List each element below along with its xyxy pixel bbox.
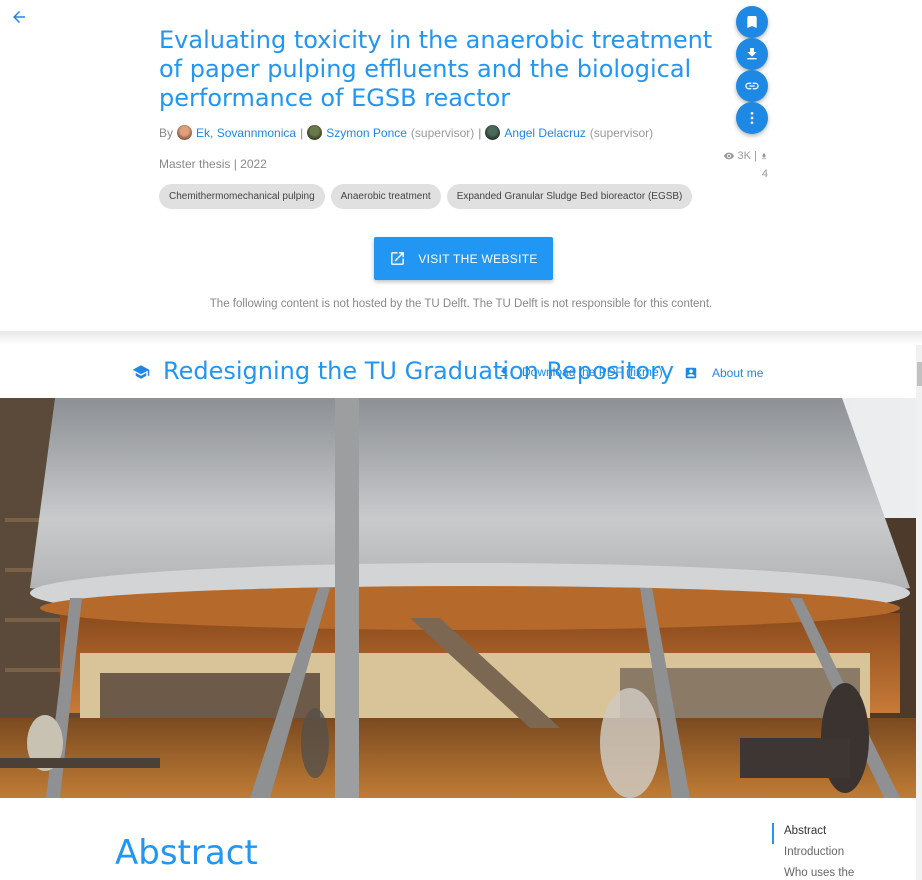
table-of-contents: Abstract Introduction Who uses the	[772, 823, 854, 880]
download-count-icon	[761, 153, 767, 159]
section-heading-abstract: Abstract	[115, 833, 258, 873]
keyword-chips: Chemithermomechanical pulping Anaerobic …	[159, 184, 693, 209]
bookmark-button[interactable]	[736, 6, 768, 38]
about-me-label: About me	[712, 366, 764, 380]
link-icon	[745, 82, 759, 90]
toc-item-who-uses[interactable]: Who uses the	[772, 865, 854, 880]
page-title: Evaluating toxicity in the anaerobic tre…	[159, 26, 713, 112]
bookmark-icon	[747, 16, 757, 28]
eye-icon	[724, 152, 735, 160]
keyword-chip[interactable]: Anaerobic treatment	[330, 184, 441, 209]
download-icon	[747, 48, 757, 60]
stats: 3K | 4	[700, 147, 768, 183]
back-arrow-icon[interactable]	[10, 8, 30, 28]
download-pdf-label: Download the PDF (fixme)	[522, 365, 663, 379]
embedded-header: Redesigning the TU Graduation Repository…	[0, 345, 917, 398]
publication-meta: Master thesis | 2022	[159, 157, 267, 171]
supervisor-avatar	[307, 125, 323, 140]
downloads-count: 4	[761, 168, 768, 180]
supervisor-avatar	[485, 125, 501, 140]
contact-page-icon	[685, 367, 697, 379]
author-separator: |	[478, 125, 482, 140]
views-count: 3K	[737, 150, 752, 162]
toc-item-abstract[interactable]: Abstract	[772, 823, 854, 844]
by-label: By	[159, 125, 174, 140]
visit-website-button[interactable]: VISIT THE WEBSITE	[374, 237, 553, 280]
stats-separator: |	[754, 150, 757, 162]
author-link[interactable]: Ek, Sovannmonica	[196, 126, 296, 140]
more-options-button[interactable]	[736, 102, 768, 134]
download-icon	[500, 367, 508, 376]
download-button[interactable]	[736, 38, 768, 70]
author-avatar	[177, 125, 193, 140]
library-hero-image	[0, 398, 917, 798]
graduation-cap-icon	[132, 365, 150, 379]
supervisor-link[interactable]: Angel Delacruz	[504, 126, 585, 140]
copy-link-button[interactable]	[736, 70, 768, 102]
visit-website-label: VISIT THE WEBSITE	[418, 251, 538, 266]
keyword-chip[interactable]: Expanded Granular Sludge Bed bioreactor …	[446, 184, 693, 209]
download-pdf-link[interactable]: Download the PDF (fixme)	[498, 365, 663, 379]
disclaimer-text: The following content is not hosted by t…	[209, 298, 713, 310]
supervisor-role: (supervisor)	[589, 125, 654, 140]
supervisor-role: (supervisor)	[410, 125, 475, 140]
embed-divider	[0, 331, 922, 345]
author-list: By Ek, Sovannmonica | Szymon Ponce (supe…	[159, 125, 653, 140]
embedded-scrollbar-thumb[interactable]	[917, 362, 922, 386]
author-separator: |	[300, 125, 304, 140]
more-vert-icon	[750, 112, 754, 124]
about-me-link[interactable]: About me	[684, 365, 763, 381]
toc-item-introduction[interactable]: Introduction	[772, 844, 854, 865]
open-in-new-icon	[391, 252, 405, 265]
keyword-chip[interactable]: Chemithermomechanical pulping	[159, 184, 325, 209]
supervisor-link[interactable]: Szymon Ponce	[326, 126, 407, 140]
embedded-scrollbar-track[interactable]	[916, 345, 922, 880]
embedded-website[interactable]: Redesigning the TU Graduation Repository…	[0, 345, 917, 880]
